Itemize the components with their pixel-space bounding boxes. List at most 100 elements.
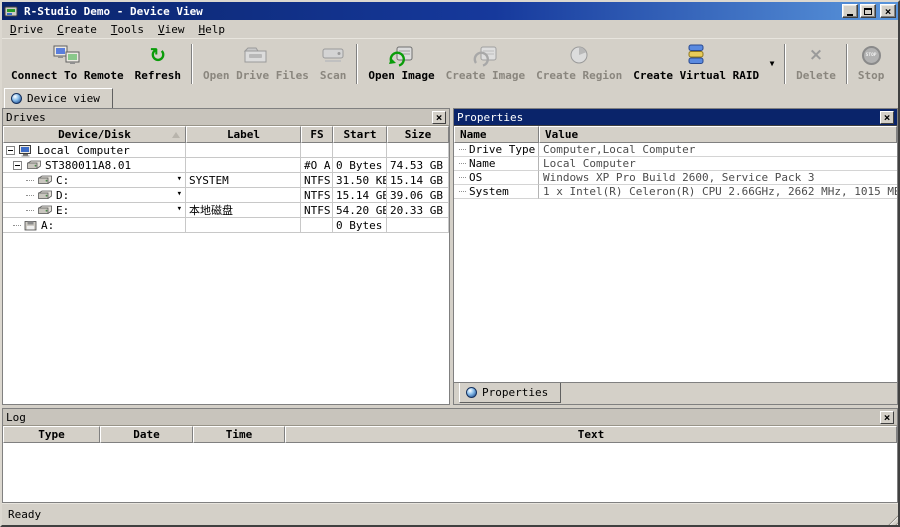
properties-close-icon[interactable]: × — [880, 111, 894, 124]
toolbar: Connect To Remote ↻ Refresh Open Drive F… — [2, 38, 898, 88]
collapse-icon[interactable] — [13, 161, 22, 170]
column-header-text[interactable]: Text — [285, 426, 897, 443]
column-header-name[interactable]: Name — [454, 126, 539, 143]
toolbar-button-label: Refresh — [135, 69, 181, 82]
collapse-icon[interactable] — [6, 146, 15, 155]
resize-grip[interactable] — [885, 512, 898, 525]
log-column-headers: Type Date Time Text — [3, 426, 897, 443]
scan-drive-icon — [321, 43, 345, 68]
create-region-icon — [568, 43, 590, 68]
partition-dropdown-icon[interactable]: ▾ — [177, 175, 182, 184]
property-row[interactable]: Drive Type Computer,Local Computer — [454, 143, 897, 157]
raid-stack-icon — [686, 43, 706, 68]
create-region-button: Create Region — [531, 41, 627, 87]
create-image-icon — [473, 43, 498, 68]
properties-panel-title: Properties — [457, 111, 523, 124]
menu-drive[interactable]: Drive — [3, 21, 50, 38]
table-row-local-computer[interactable]: Local Computer — [3, 143, 449, 158]
connect-to-remote-button[interactable]: Connect To Remote — [6, 41, 129, 87]
partition-icon — [36, 175, 53, 186]
maximize-icon — [864, 8, 872, 15]
log-body — [3, 443, 897, 502]
drives-panel-header[interactable]: Drives × — [3, 109, 449, 126]
table-row-partition-d[interactable]: D: ▾ NTFS 15.14 GB 39.06 GB — [3, 188, 449, 203]
drives-panel: Drives × Device/Disk Label FS Start Size — [2, 108, 450, 405]
property-row[interactable]: Name Local Computer — [454, 157, 897, 171]
status-bar: Ready — [2, 503, 898, 525]
drives-column-headers: Device/Disk Label FS Start Size — [3, 126, 449, 143]
toolbar-button-label: Connect To Remote — [11, 69, 124, 82]
toolbar-button-label: Create Image — [446, 69, 525, 82]
properties-panel-header[interactable]: Properties × — [454, 109, 897, 126]
device-name: D: — [56, 189, 69, 202]
column-header-label[interactable]: Label — [186, 126, 301, 143]
toolbar-button-label: Delete — [796, 69, 836, 82]
stop-button: STOP Stop — [853, 41, 890, 87]
folder-drive-icon — [243, 43, 269, 68]
tab-properties[interactable]: Properties — [459, 383, 561, 403]
app-window: R-Studio Demo - Device View × Drive Crea… — [0, 0, 900, 527]
create-virtual-raid-button[interactable]: Create Virtual RAID — [628, 41, 764, 87]
column-header-date[interactable]: Date — [100, 426, 193, 443]
main-area: Drives × Device/Disk Label FS Start Size — [2, 108, 898, 405]
menu-tools[interactable]: Tools — [104, 21, 151, 38]
partition-dropdown-icon[interactable]: ▾ — [177, 205, 182, 214]
column-header-fs[interactable]: FS — [301, 126, 333, 143]
open-image-button[interactable]: Open Image — [363, 41, 439, 87]
minimize-button[interactable] — [842, 4, 858, 18]
properties-panel: Properties × Name Value Drive Type Compu… — [453, 108, 898, 405]
log-close-icon[interactable]: × — [880, 411, 894, 424]
open-image-icon — [389, 43, 414, 68]
scan-button: Scan — [315, 41, 352, 87]
tab-device-view[interactable]: Device view — [4, 88, 113, 108]
column-header-device-disk[interactable]: Device/Disk — [3, 126, 186, 143]
stop-sign-icon: STOP — [862, 43, 881, 68]
menu-help[interactable]: Help — [192, 21, 233, 38]
property-row[interactable]: System 1 x Intel(R) Celeron(R) CPU 2.66G… — [454, 185, 897, 199]
sort-ascending-icon — [172, 132, 180, 138]
device-name: ST380011A8.01 — [45, 159, 131, 172]
computer-icon — [18, 144, 34, 157]
open-drive-files-button: Open Drive Files — [198, 41, 314, 87]
table-row-floppy-a[interactable]: A: 0 Bytes — [3, 218, 449, 233]
menu-create[interactable]: Create — [50, 21, 104, 38]
properties-body: Drive Type Computer,Local Computer Name … — [454, 143, 897, 382]
partition-icon — [36, 205, 53, 216]
drives-tree-body: Local Computer ST380011A8.01 — [3, 143, 449, 404]
maximize-button[interactable] — [860, 4, 876, 18]
create-virtual-raid-dropdown-arrow[interactable]: ▼ — [765, 44, 779, 84]
column-header-time[interactable]: Time — [193, 426, 285, 443]
partition-icon — [36, 190, 53, 201]
log-panel: Log × Type Date Time Text — [2, 408, 898, 503]
minimize-icon — [847, 14, 853, 16]
toolbar-button-label: Scan — [320, 69, 347, 82]
menu-view[interactable]: View — [151, 21, 192, 38]
refresh-icon: ↻ — [149, 43, 166, 68]
column-header-type[interactable]: Type — [3, 426, 100, 443]
title-bar[interactable]: R-Studio Demo - Device View × — [2, 2, 898, 20]
tab-label: Properties — [482, 386, 548, 399]
close-button[interactable]: × — [880, 4, 896, 18]
column-header-value[interactable]: Value — [539, 126, 897, 143]
create-image-button: Create Image — [441, 41, 530, 87]
column-header-start[interactable]: Start — [333, 126, 387, 143]
chevron-down-icon: ▼ — [770, 59, 775, 68]
view-tab-bar: Device view — [2, 88, 898, 108]
toolbar-button-label: Stop — [858, 69, 885, 82]
device-name: A: — [41, 219, 54, 232]
log-panel-header[interactable]: Log × — [3, 409, 897, 426]
properties-tab-strip: Properties — [454, 382, 897, 404]
column-header-size[interactable]: Size — [387, 126, 449, 143]
device-name: C: — [56, 174, 69, 187]
drives-close-icon[interactable]: × — [432, 111, 446, 124]
table-row-partition-e[interactable]: E: ▾ 本地磁盘 NTFS 54.20 GB 20.33 GB — [3, 203, 449, 218]
partition-dropdown-icon[interactable]: ▾ — [177, 190, 182, 199]
remote-computers-icon — [53, 43, 81, 68]
window-controls: × — [842, 4, 896, 18]
table-row-hdd[interactable]: ST380011A8.01 #O A··· 0 Bytes 74.53 GB — [3, 158, 449, 173]
toolbar-separator — [191, 44, 193, 84]
property-row[interactable]: OS Windows XP Pro Build 2600, Service Pa… — [454, 171, 897, 185]
toolbar-separator — [784, 44, 786, 84]
table-row-partition-c[interactable]: C: ▾ SYSTEM NTFS 31.50 KB 15.14 GB — [3, 173, 449, 188]
refresh-button[interactable]: ↻ Refresh — [130, 41, 186, 87]
